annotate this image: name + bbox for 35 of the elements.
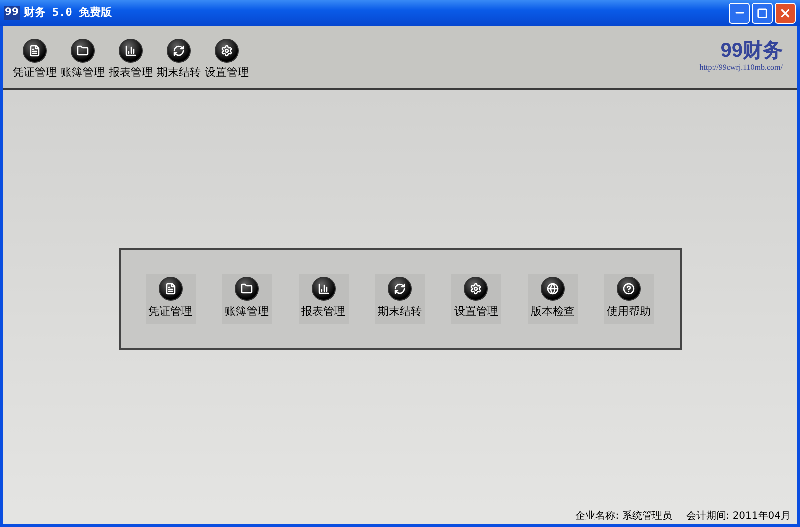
- function-button[interactable]: 报表管理: [298, 274, 349, 324]
- settings-icon: [215, 38, 239, 63]
- function-button[interactable]: 设置管理: [451, 274, 502, 324]
- settings-icon: [464, 277, 488, 302]
- window-title: 财务 5.0 免费版: [24, 4, 112, 21]
- minimize-button[interactable]: [729, 2, 750, 24]
- function-button[interactable]: 使用帮助: [604, 274, 654, 324]
- function-button[interactable]: 期末结转: [374, 274, 425, 324]
- brand-url: http://99cwrj.110mb.com/: [700, 62, 783, 74]
- toolbar-button[interactable]: 设置管理: [203, 38, 251, 82]
- function-button[interactable]: 账簿管理: [222, 274, 272, 324]
- function-button[interactable]: 版本检查: [528, 274, 578, 324]
- toolbar-button[interactable]: 账簿管理: [59, 38, 107, 82]
- function-button[interactable]: 凭证管理: [146, 274, 196, 324]
- accounting-period: 会计期间: 2011年04月: [686, 510, 791, 524]
- close-button[interactable]: [775, 2, 796, 24]
- help-icon: [617, 277, 642, 302]
- globe-icon: [540, 277, 565, 302]
- folder-icon: [71, 38, 95, 63]
- document-icon: [23, 38, 47, 63]
- toolbar-button[interactable]: 报表管理: [107, 38, 155, 82]
- brand-logo: 99财务: [720, 40, 783, 62]
- refresh-icon: [167, 38, 191, 63]
- app-logo: 99: [4, 6, 20, 20]
- close-icon: [779, 6, 792, 20]
- maximize-button[interactable]: [752, 2, 773, 24]
- folder-icon: [235, 277, 260, 302]
- bar-chart-icon: [119, 38, 143, 63]
- maximize-icon: [757, 8, 768, 18]
- document-icon: [158, 277, 183, 302]
- bar-chart-icon: [312, 277, 336, 302]
- refresh-icon: [388, 277, 412, 302]
- company-name: 企业名称: 系统管理员: [576, 510, 672, 524]
- toolbar-button[interactable]: 凭证管理: [11, 38, 59, 82]
- toolbar-button[interactable]: 期末结转: [155, 38, 203, 82]
